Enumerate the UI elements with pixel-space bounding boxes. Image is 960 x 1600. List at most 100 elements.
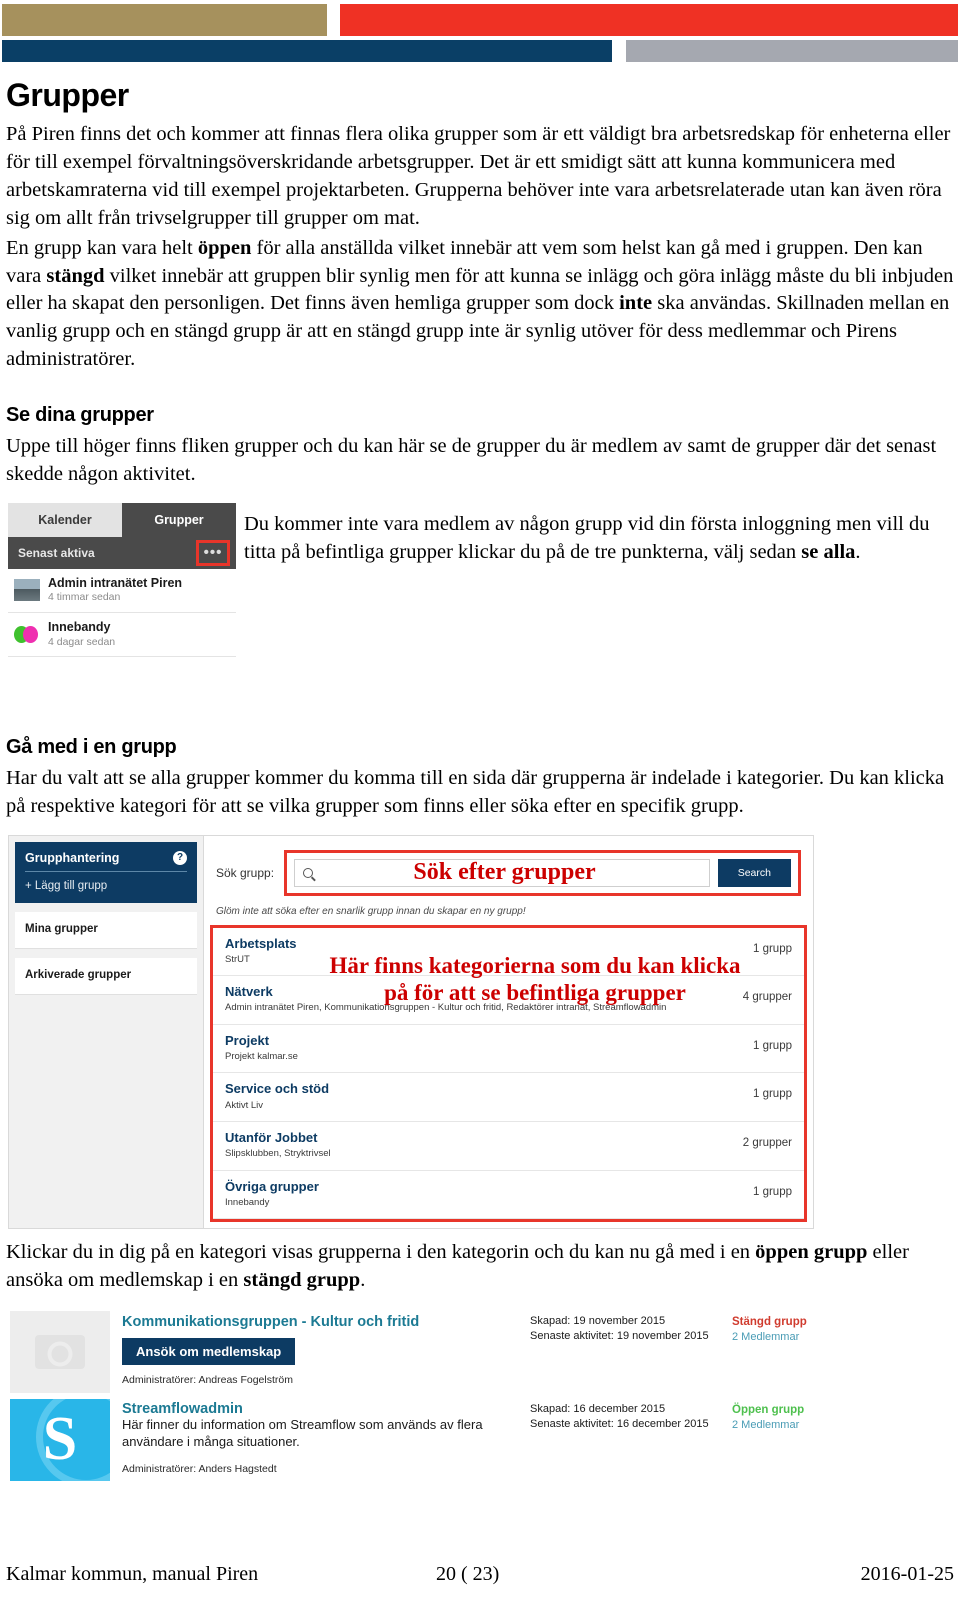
add-group-button[interactable]: + Lägg till grupp	[25, 880, 187, 892]
sidebar-item-arkiverade-grupper[interactable]: Arkiverade grupper	[15, 957, 197, 995]
group-status: Stängd grupp 2 Medlemmar	[732, 1311, 850, 1393]
widget-subheader-label: Senast aktiva	[18, 545, 95, 560]
category-name: Arbetsplats	[225, 935, 297, 951]
group-title[interactable]: Streamflowadmin	[122, 1401, 518, 1417]
table-row[interactable]: Övriga grupper Innebandy 1 grupp	[213, 1171, 804, 1220]
header-bar-navy	[2, 40, 612, 62]
search-label: Sök grupp:	[216, 865, 275, 880]
table-row[interactable]: Utanför Jobbet Slipsklubben, Stryktrivse…	[213, 1122, 804, 1171]
list-item[interactable]: Innebandy 4 dagar sedan	[8, 613, 236, 658]
group-meta: Skapad: 16 december 2015 Senaste aktivit…	[530, 1399, 720, 1481]
footer-page-number: 20 ( 23)	[436, 1563, 500, 1585]
group-result-main: Kommunikationsgruppen - Kultur och friti…	[122, 1311, 518, 1393]
side-text-part2: .	[855, 540, 861, 563]
group-result-row: S Streamflowadmin Här finner du informat…	[10, 1398, 850, 1481]
tab-grupper[interactable]: Grupper	[122, 502, 236, 537]
pa-part1: Klickar du in dig på en kategori visas g…	[6, 1241, 756, 1264]
pa-bold-oppen-grupp: öppen grupp	[755, 1241, 868, 1264]
more-options-icon[interactable]: •••	[204, 545, 223, 560]
list-item-name: Innebandy	[48, 620, 111, 635]
header-bar-red	[340, 4, 958, 36]
search-icon	[303, 867, 314, 878]
decorative-header-bars	[0, 0, 960, 62]
sidebar-panel-header: Grupphantering ? + Lägg till grupp	[15, 841, 197, 903]
group-last-activity: Senaste aktivitet: 19 november 2015	[530, 1330, 709, 1343]
group-admin-screenshot: Grupphantering ? + Lägg till grupp Mina …	[8, 834, 814, 1230]
search-button[interactable]: Search	[717, 858, 791, 887]
category-groups: Innebandy	[225, 1196, 270, 1208]
group-result-main: Streamflowadmin Här finner du informatio…	[122, 1399, 518, 1481]
group-created: Skapad: 19 november 2015	[530, 1314, 666, 1327]
category-groups: Aktivt Liv	[225, 1099, 264, 1111]
category-groups: StrUT	[225, 953, 250, 965]
footer-date: 2016-01-25	[860, 1563, 954, 1585]
list-item-time: 4 timmar sedan	[48, 591, 121, 604]
groups-widget-screenshot: Kalender Grupper Senast aktiva ••• Admin…	[8, 502, 236, 658]
sidebar-item-mina-grupper[interactable]: Mina grupper	[15, 911, 197, 949]
pa-part3: .	[360, 1269, 366, 1291]
category-count: 1 grupp	[752, 942, 792, 955]
p2-bold-inte: inte	[619, 292, 653, 315]
help-icon[interactable]: ?	[173, 850, 187, 865]
figure-groups-widget: Kalender Grupper Senast aktiva ••• Admin…	[4, 502, 956, 678]
header-bar-gold	[2, 4, 327, 36]
section-title-see-groups: Se dina grupper	[6, 404, 154, 427]
table-row[interactable]: Nätverk Admin intranätet Piren, Kommunik…	[213, 976, 804, 1025]
page-title: Grupper	[6, 77, 129, 113]
list-item[interactable]: Admin intranätet Piren 4 timmar sedan	[8, 569, 236, 614]
widget-tabs: Kalender Grupper	[8, 502, 236, 537]
header-bar-gray	[626, 40, 958, 62]
search-input[interactable]	[294, 858, 710, 887]
p2-bold-stangd: stängd	[46, 264, 105, 287]
category-count: 1 grupp	[752, 1185, 792, 1198]
table-row[interactable]: Arbetsplats StrUT 1 grupp	[213, 928, 804, 977]
category-name: Projekt	[225, 1032, 270, 1048]
paragraph-after-categories: Klickar du in dig på en kategori visas g…	[6, 1239, 956, 1295]
list-item-name: Admin intranätet Piren	[48, 575, 183, 590]
streamflow-logo-icon: S	[10, 1398, 110, 1481]
p2-bold-oppen: öppen	[197, 236, 252, 259]
side-text-bold-se-alla: se alla	[801, 540, 856, 563]
group-results-screenshot: Kommunikationsgruppen - Kultur och friti…	[10, 1310, 850, 1481]
group-admins: Administratörer: Andreas Fogelström	[122, 1374, 293, 1386]
paragraph-group-types: En grupp kan vara helt öppen för alla an…	[6, 235, 956, 374]
category-groups: Projekt kalmar.se	[225, 1051, 298, 1062]
category-name: Övriga grupper	[225, 1178, 319, 1194]
group-status: Öppen grupp 2 Medlemmar	[732, 1399, 850, 1481]
categories-highlight-box: Arbetsplats StrUT 1 grupp Nätverk Admin …	[210, 924, 807, 1223]
group-members-count: 2 Medlemmar	[732, 1331, 800, 1344]
table-row[interactable]: Projekt Projekt kalmar.se 1 grupp	[213, 1025, 804, 1074]
category-count: 2 grupper	[742, 1136, 792, 1149]
group-created: Skapad: 16 december 2015	[530, 1402, 666, 1415]
page-footer: Kalmar kommun, manual Piren 20 ( 23) 201…	[0, 1563, 960, 1586]
tab-kalender[interactable]: Kalender	[8, 502, 122, 537]
group-meta: Skapad: 19 november 2015 Senaste aktivit…	[530, 1311, 720, 1393]
table-row[interactable]: Service och stöd Aktivt Liv 1 grupp	[213, 1073, 804, 1122]
side-text-paragraph: Du kommer inte vara medlem av någon grup…	[244, 511, 954, 567]
figure-side-text: Du kommer inte vara medlem av någon grup…	[244, 511, 954, 567]
pa-bold-stangd-grupp: stängd grupp	[243, 1269, 361, 1291]
category-groups: Slipsklubben, Stryktrivsel	[225, 1148, 331, 1160]
group-result-row: Kommunikationsgruppen - Kultur och friti…	[10, 1310, 850, 1393]
apply-membership-button[interactable]: Ansök om medlemskap	[122, 1338, 296, 1365]
search-row: Sök grupp: Search Sök efter grupper	[204, 836, 813, 902]
status-badge: Öppen grupp	[732, 1403, 805, 1416]
list-item-time: 4 dagar sedan	[48, 635, 116, 648]
intro-paragraph: På Piren finns det och kommer att finnas…	[6, 123, 951, 229]
document-body: Grupper På Piren finns det och kommer at…	[0, 77, 960, 1481]
section-join-group-body: Har du valt att se alla grupper kommer d…	[6, 766, 945, 817]
group-admin-sidebar: Grupphantering ? + Lägg till grupp Mina …	[9, 835, 204, 1229]
status-badge: Stängd grupp	[732, 1315, 807, 1328]
sidebar-panel-title: Grupphantering	[25, 850, 120, 865]
photo-thumbnail-icon	[14, 579, 40, 602]
search-hint: Glöm inte att söka efter en snarlik grup…	[216, 905, 526, 917]
category-name: Service och stöd	[225, 1081, 330, 1097]
group-admin-main: Sök grupp: Search Sök efter grupper Glöm…	[204, 835, 813, 1229]
sidebar-panel-title-row: Grupphantering ?	[25, 850, 187, 872]
category-count: 4 grupper	[742, 991, 792, 1004]
group-title[interactable]: Kommunikationsgruppen - Kultur och friti…	[122, 1313, 518, 1331]
widget-subheader: Senast aktiva •••	[8, 536, 236, 569]
category-name: Nätverk	[225, 984, 273, 1000]
group-last-activity: Senaste aktivitet: 16 december 2015	[530, 1418, 709, 1431]
avatar-letter: S	[42, 1404, 78, 1473]
